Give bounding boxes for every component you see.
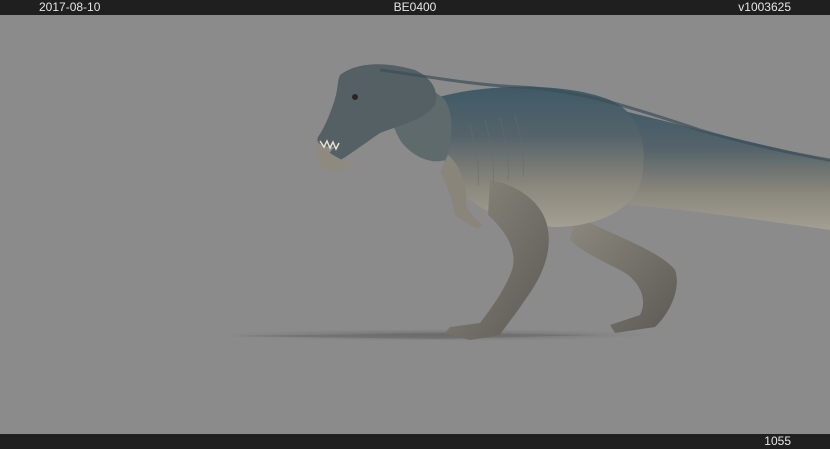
footer-bar: 1055 xyxy=(0,434,830,449)
render-viewport xyxy=(0,15,830,434)
version-label: v1003625 xyxy=(738,0,791,14)
dino-eye xyxy=(352,94,358,100)
frame-number: 1055 xyxy=(764,434,791,448)
playblast-frame: 2017-08-10 BE0400 v1003625 1055 xyxy=(0,0,830,449)
dino-far-leg xyxy=(570,215,677,333)
shot-label: BE0400 xyxy=(393,0,437,14)
header-bar: 2017-08-10 BE0400 v1003625 xyxy=(0,0,830,15)
dinosaur-image xyxy=(220,64,830,341)
